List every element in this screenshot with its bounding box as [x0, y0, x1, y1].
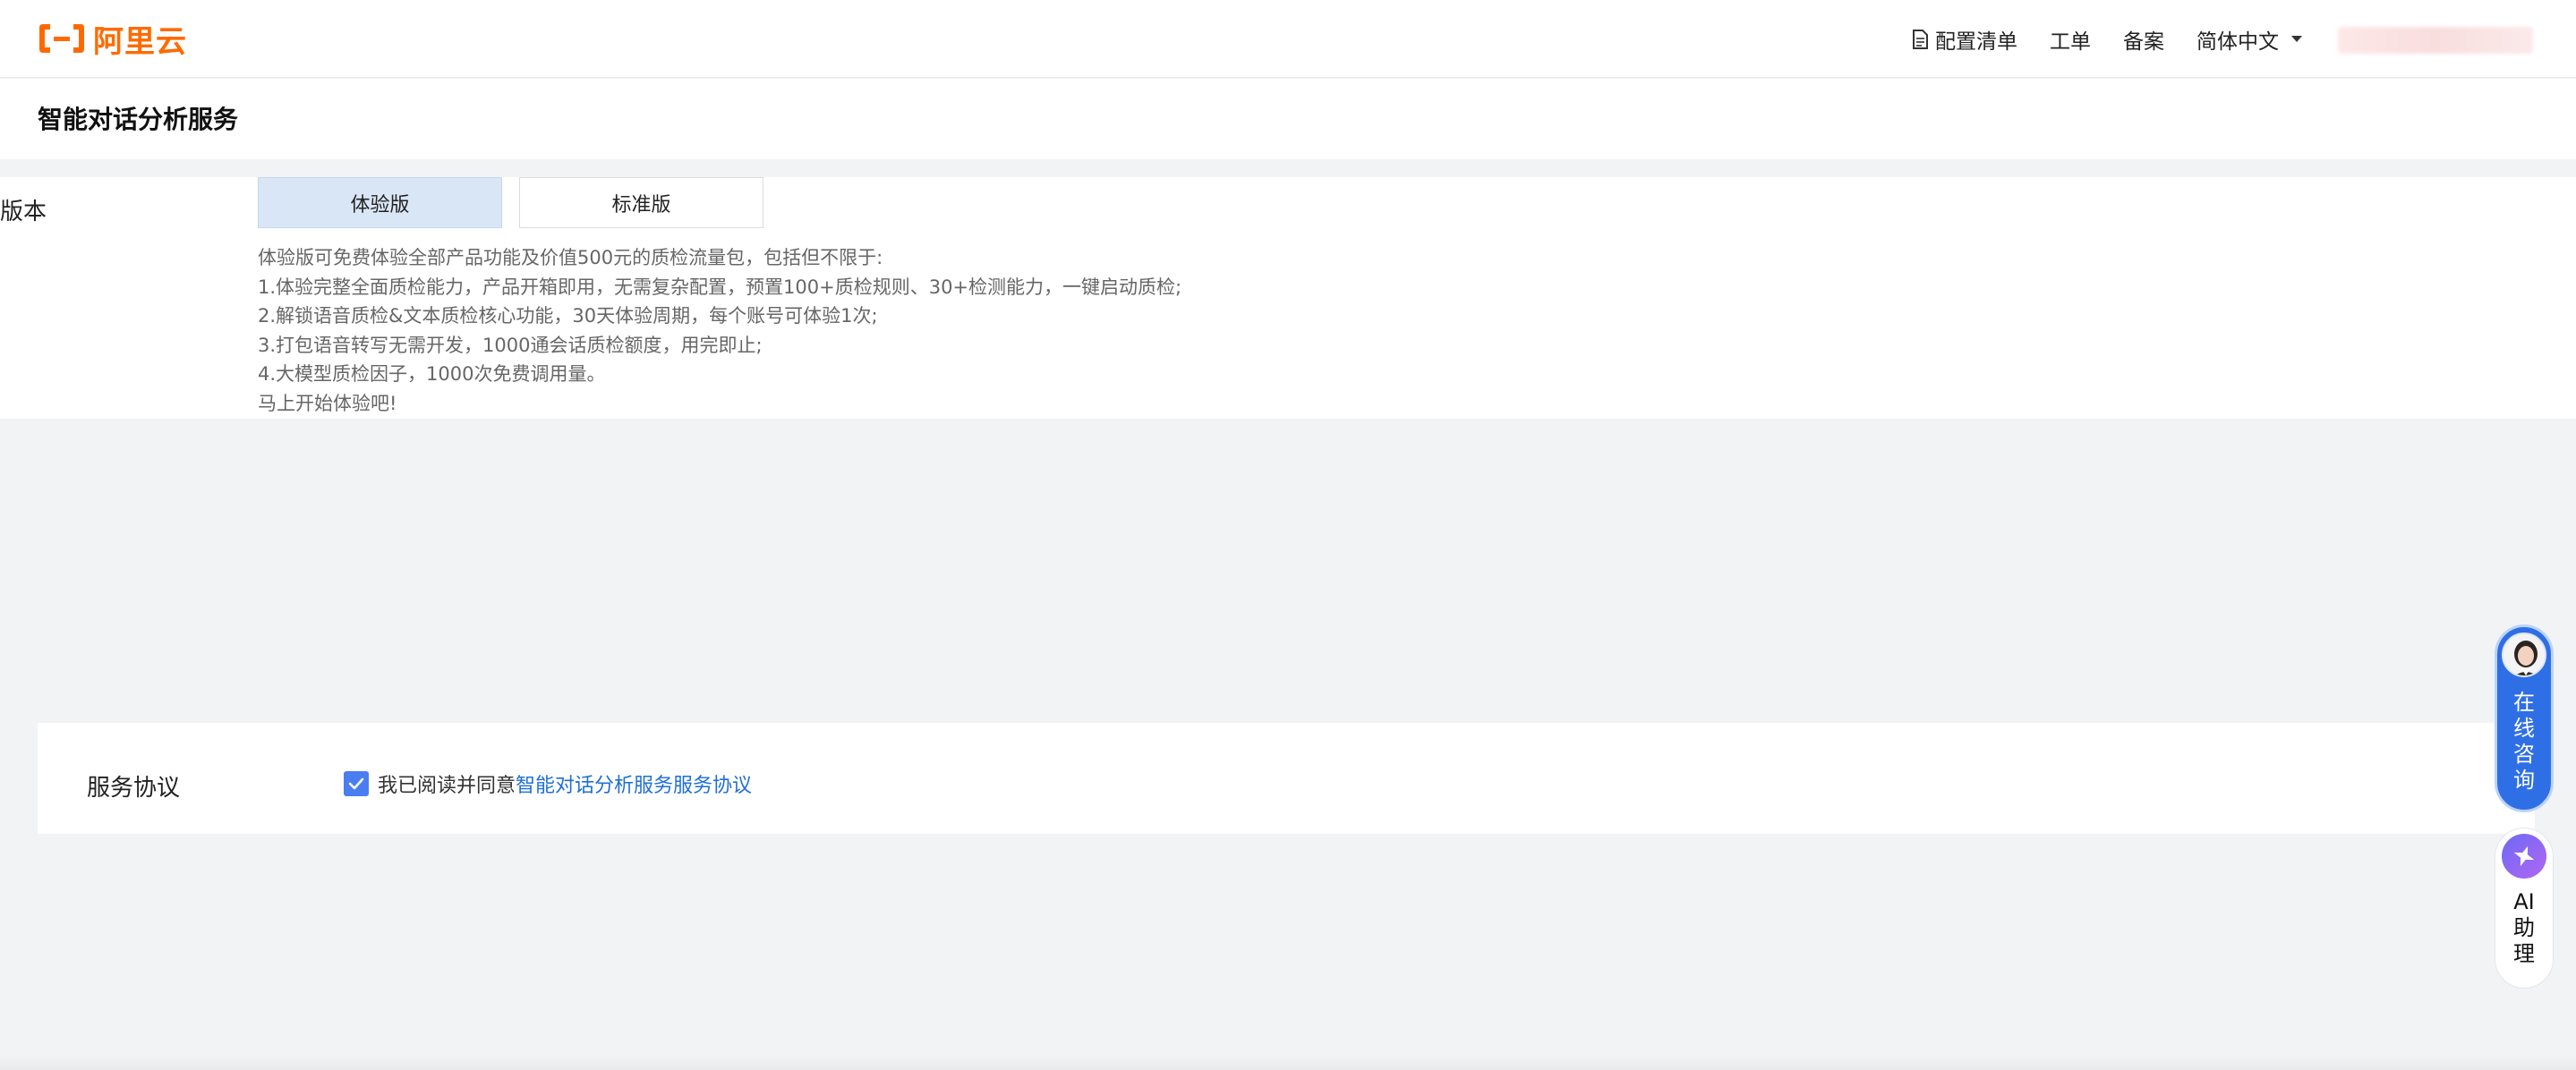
ai-assistant-button[interactable]: AI助理: [2495, 828, 2554, 989]
caret-down-icon: [2291, 36, 2302, 42]
description-line: 4.大模型质检因子，1000次免费调用量。: [258, 363, 606, 385]
aliyun-logo[interactable]: 阿里云: [38, 18, 187, 60]
agreement-section: 服务协议 我已阅读并同意 智能对话分析服务服务协议: [38, 723, 2535, 834]
agreement-link[interactable]: 智能对话分析服务服务协议: [516, 769, 752, 798]
agreement-row: 我已阅读并同意 智能对话分析服务服务协议: [344, 769, 752, 798]
top-nav: 配置清单 工单 备案 简体中文: [1912, 0, 2302, 78]
page-title: 智能对话分析服务: [38, 105, 239, 134]
logo-text: 阿里云: [93, 23, 187, 60]
aliyun-logo-icon: [39, 24, 84, 53]
description-line: 体验版可免费体验全部产品功能及价值500元的质检流量包，包括但不限于:: [258, 247, 883, 268]
agreement-text: 我已阅读并同意: [378, 775, 516, 797]
version-label: 版本: [0, 199, 47, 225]
nav-filing[interactable]: 备案: [2123, 24, 2164, 55]
page-header: 智能对话分析服务: [0, 79, 2576, 159]
version-section: 版本 体验版 标准版 体验版可免费体验全部产品功能及价值500元的质检流量包，包…: [0, 177, 2576, 419]
description-line: 2.解锁语音质检&文本质检核心功能，30天体验周期，每个账号可体验1次;: [258, 305, 878, 327]
description-line: 马上开始体验吧!: [258, 392, 397, 414]
tab-standard-edition[interactable]: 标准版: [519, 177, 763, 228]
agreement-checkbox[interactable]: [344, 771, 369, 796]
ai-assistant-label: AI助理: [2513, 889, 2535, 966]
document-icon: [1913, 29, 1928, 49]
nav-ticket-label: 工单: [2050, 30, 2091, 54]
nav-ticket[interactable]: 工单: [2050, 24, 2091, 55]
tab-trial-edition[interactable]: 体验版: [258, 177, 502, 228]
person-avatar-icon: [2503, 634, 2545, 675]
description-line: 1.体验完整全面质检能力，产品开箱即用，无需复杂配置，预置100+质检规则、30…: [258, 276, 1182, 298]
page-bottom-edge: [0, 1056, 2576, 1070]
language-label: 简体中文: [2196, 30, 2279, 54]
consultant-avatar: [2502, 633, 2546, 677]
online-consult-button[interactable]: 在线咨询: [2495, 624, 2554, 812]
language-selector[interactable]: 简体中文: [2196, 24, 2302, 55]
nav-filing-label: 备案: [2123, 30, 2164, 54]
agreement-label: 服务协议: [87, 775, 181, 802]
nav-config-list-label: 配置清单: [1935, 30, 2017, 54]
user-account-blurred[interactable]: [2338, 27, 2533, 54]
ai-sparkle-icon: [2502, 834, 2546, 879]
checkmark-icon: [348, 777, 364, 790]
nav-config-list[interactable]: 配置清单: [1912, 24, 2017, 55]
online-consult-label: 在线咨询: [2513, 690, 2535, 793]
description-line: 3.打包语音转写无需开发，1000通会话质检额度，用完即止;: [258, 334, 763, 356]
version-description: 体验版可免费体验全部产品功能及价值500元的质检流量包，包括但不限于: 1.体验…: [258, 243, 1181, 418]
version-tabs: 体验版 标准版: [258, 177, 763, 228]
top-navbar: 阿里云 配置清单 工单 备案 简体中文: [0, 0, 2576, 78]
